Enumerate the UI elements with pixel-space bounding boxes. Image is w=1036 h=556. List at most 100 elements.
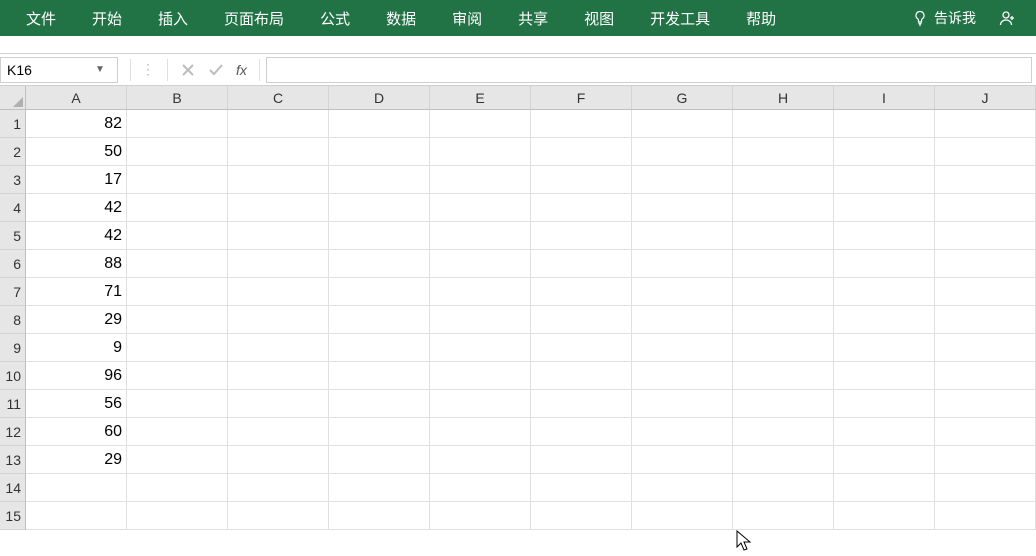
cell-D15[interactable] <box>329 502 430 530</box>
cell-B2[interactable] <box>127 138 228 166</box>
formula-input[interactable] <box>266 57 1032 83</box>
cell-F1[interactable] <box>531 110 632 138</box>
cell-F7[interactable] <box>531 278 632 306</box>
cell-D12[interactable] <box>329 418 430 446</box>
tab-review[interactable]: 审阅 <box>434 0 500 36</box>
cell-B12[interactable] <box>127 418 228 446</box>
cell-D11[interactable] <box>329 390 430 418</box>
cell-E14[interactable] <box>430 474 531 502</box>
cell-F4[interactable] <box>531 194 632 222</box>
cell-A4[interactable]: 42 <box>26 194 127 222</box>
cell-C12[interactable] <box>228 418 329 446</box>
row-header-6[interactable]: 6 <box>0 250 25 278</box>
name-box-input[interactable] <box>1 62 91 78</box>
cell-D7[interactable] <box>329 278 430 306</box>
tab-data[interactable]: 数据 <box>368 0 434 36</box>
cell-G10[interactable] <box>632 362 733 390</box>
cell-E13[interactable] <box>430 446 531 474</box>
row-header-13[interactable]: 13 <box>0 446 25 474</box>
cell-C14[interactable] <box>228 474 329 502</box>
cell-G9[interactable] <box>632 334 733 362</box>
row-header-11[interactable]: 11 <box>0 390 25 418</box>
cell-C1[interactable] <box>228 110 329 138</box>
tab-formulas[interactable]: 公式 <box>302 0 368 36</box>
tab-insert[interactable]: 插入 <box>140 0 206 36</box>
cell-H8[interactable] <box>733 306 834 334</box>
cell-H10[interactable] <box>733 362 834 390</box>
cell-G5[interactable] <box>632 222 733 250</box>
cell-G13[interactable] <box>632 446 733 474</box>
cell-F6[interactable] <box>531 250 632 278</box>
cell-E6[interactable] <box>430 250 531 278</box>
cell-E10[interactable] <box>430 362 531 390</box>
more-icon[interactable]: ⋮ <box>137 61 161 78</box>
row-header-14[interactable]: 14 <box>0 474 25 502</box>
col-header-C[interactable]: C <box>228 86 329 109</box>
cell-D1[interactable] <box>329 110 430 138</box>
cell-H3[interactable] <box>733 166 834 194</box>
cell-A13[interactable]: 29 <box>26 446 127 474</box>
cell-I12[interactable] <box>834 418 935 446</box>
cell-B8[interactable] <box>127 306 228 334</box>
select-all-corner[interactable] <box>0 86 26 110</box>
cell-J14[interactable] <box>935 474 1036 502</box>
cell-B4[interactable] <box>127 194 228 222</box>
cell-E9[interactable] <box>430 334 531 362</box>
cell-I15[interactable] <box>834 502 935 530</box>
cell-B11[interactable] <box>127 390 228 418</box>
cell-J5[interactable] <box>935 222 1036 250</box>
row-header-4[interactable]: 4 <box>0 194 25 222</box>
cell-I5[interactable] <box>834 222 935 250</box>
col-header-B[interactable]: B <box>127 86 228 109</box>
cell-C6[interactable] <box>228 250 329 278</box>
cell-J15[interactable] <box>935 502 1036 530</box>
cell-A9[interactable]: 9 <box>26 334 127 362</box>
cell-I2[interactable] <box>834 138 935 166</box>
cell-J8[interactable] <box>935 306 1036 334</box>
cell-F10[interactable] <box>531 362 632 390</box>
tell-me[interactable]: 告诉我 <box>900 8 988 28</box>
cell-G15[interactable] <box>632 502 733 530</box>
cell-J11[interactable] <box>935 390 1036 418</box>
share-button[interactable] <box>988 0 1028 36</box>
cell-A10[interactable]: 96 <box>26 362 127 390</box>
cell-C5[interactable] <box>228 222 329 250</box>
cell-G2[interactable] <box>632 138 733 166</box>
cell-E1[interactable] <box>430 110 531 138</box>
cell-E12[interactable] <box>430 418 531 446</box>
cell-D14[interactable] <box>329 474 430 502</box>
cell-C7[interactable] <box>228 278 329 306</box>
cell-A5[interactable]: 42 <box>26 222 127 250</box>
cell-J12[interactable] <box>935 418 1036 446</box>
cell-I6[interactable] <box>834 250 935 278</box>
cell-B5[interactable] <box>127 222 228 250</box>
tab-home[interactable]: 开始 <box>74 0 140 36</box>
cell-F9[interactable] <box>531 334 632 362</box>
cell-J2[interactable] <box>935 138 1036 166</box>
cell-A1[interactable]: 82 <box>26 110 127 138</box>
cell-A15[interactable] <box>26 502 127 530</box>
cell-J1[interactable] <box>935 110 1036 138</box>
cell-D4[interactable] <box>329 194 430 222</box>
cell-H2[interactable] <box>733 138 834 166</box>
cell-F3[interactable] <box>531 166 632 194</box>
cell-C15[interactable] <box>228 502 329 530</box>
cell-J10[interactable] <box>935 362 1036 390</box>
cell-I14[interactable] <box>834 474 935 502</box>
cell-H9[interactable] <box>733 334 834 362</box>
cell-G14[interactable] <box>632 474 733 502</box>
cell-C11[interactable] <box>228 390 329 418</box>
cell-G4[interactable] <box>632 194 733 222</box>
cell-E8[interactable] <box>430 306 531 334</box>
cell-I1[interactable] <box>834 110 935 138</box>
cell-B1[interactable] <box>127 110 228 138</box>
cell-G8[interactable] <box>632 306 733 334</box>
row-header-15[interactable]: 15 <box>0 502 25 530</box>
cell-B14[interactable] <box>127 474 228 502</box>
cell-A8[interactable]: 29 <box>26 306 127 334</box>
cell-F15[interactable] <box>531 502 632 530</box>
cell-C9[interactable] <box>228 334 329 362</box>
cell-I13[interactable] <box>834 446 935 474</box>
cell-F2[interactable] <box>531 138 632 166</box>
cell-B6[interactable] <box>127 250 228 278</box>
